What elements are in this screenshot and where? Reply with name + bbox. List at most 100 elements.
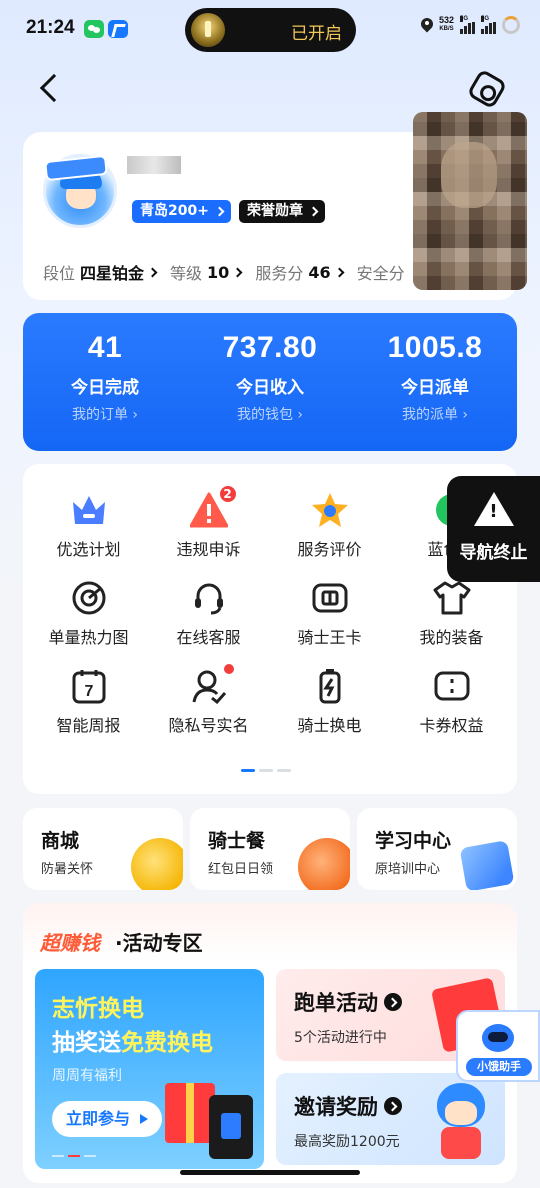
earning-link[interactable]: 我的派单 › [353, 404, 517, 424]
chevron-right-icon [214, 206, 225, 217]
notification-badge: 2 [217, 484, 238, 504]
promo-banner[interactable]: 志忻换电 抽奖送免费换电 周周有福利 立即参与 [35, 969, 264, 1169]
profile-stats: 段位 四星铂金 等级 10 服务分 46 安全分 [43, 260, 405, 284]
mini-card-subtitle: 原培训中心 [375, 862, 441, 877]
headset-icon [190, 580, 228, 616]
network-speed-value: 532 [438, 15, 454, 25]
mascot-illustration [431, 1083, 491, 1159]
calendar-icon: 7 [70, 668, 108, 704]
signal-tag-1: 5G [460, 16, 469, 22]
menu-label: 卡券权益 [419, 716, 484, 735]
signal-icon: 5G [460, 16, 475, 34]
stat-level[interactable]: 等级 10 [170, 260, 243, 284]
earning-link[interactable]: 我的钱包 › [188, 404, 352, 424]
stat-service-score[interactable]: 服务分 46 [255, 260, 345, 284]
promo-subtitle: 周周有福利 [52, 1068, 122, 1084]
wechat-icon [84, 20, 104, 38]
menu-item-battery-swap[interactable]: 骑士换电 [269, 640, 390, 735]
stat-safety-score[interactable]: 安全分 [357, 260, 405, 284]
earning-completed[interactable]: 41 今日完成 我的订单 › [23, 331, 187, 424]
earning-income[interactable]: 737.80 今日收入 我的钱包 › [188, 331, 352, 424]
arrow-right-icon [384, 993, 402, 1011]
dynamic-island[interactable]: 已开启 [185, 8, 356, 52]
navigation-terminated-label: 导航终止 [459, 543, 528, 563]
book-icon [459, 840, 515, 890]
medal-tag[interactable]: 荣誉勋章 [239, 200, 325, 223]
coin-icon [131, 838, 183, 890]
stat-value: 四星铂金 [80, 264, 145, 283]
earning-label: 今日派单 [401, 378, 469, 398]
mini-card-title: 骑士餐 [208, 830, 266, 852]
settings-icon[interactable] [466, 68, 508, 110]
battery-icon [502, 16, 520, 34]
menu-item-coupons[interactable]: 卡券权益 [391, 640, 512, 735]
tile-title-text: 跑单活动 [294, 991, 378, 1015]
crown-icon [70, 492, 108, 528]
mini-card-title: 商城 [41, 830, 80, 852]
city-tag[interactable]: 青岛200+ [132, 200, 231, 223]
tile-invite-rewards[interactable]: 邀请奖励 最高奖励1200元 [276, 1073, 505, 1165]
menu-label: 骑士换电 [297, 716, 362, 735]
stat-rank[interactable]: 段位 四星铂金 [43, 260, 158, 284]
menu-item-violation-appeal[interactable]: 2 违规申诉 [148, 464, 269, 559]
mini-card-knight-meal[interactable]: 骑士餐 红包日日领 [190, 808, 350, 890]
mini-card-learning-center[interactable]: 学习中心 原培训中心 [357, 808, 517, 890]
shirt-icon [433, 580, 471, 616]
gift-battery-illustration [161, 1065, 264, 1169]
user-verify-icon [190, 664, 234, 705]
menu-page-indicator [241, 769, 291, 772]
mini-card-title: 学习中心 [375, 830, 452, 852]
assistant-floating-button[interactable]: 小饿助手 [456, 1010, 540, 1082]
home-indicator[interactable] [180, 1170, 360, 1175]
signal-tag-2: 5G [481, 16, 490, 22]
promo-page-indicator [52, 1155, 96, 1157]
menu-grid-card: 优选计划 2 违规申诉 服务评价 蓝色风 单量热力图 在线客服 [23, 464, 517, 794]
status-indicators: 532 KB/S 5G 5G [421, 16, 520, 34]
tile-subtitle: 最高奖励1200元 [294, 1134, 400, 1150]
star-icon [311, 492, 349, 528]
earning-dispatch[interactable]: 1005.8 今日派单 我的派单 › [353, 331, 517, 424]
activity-brand: 超赚钱 [40, 931, 100, 955]
chevron-right-icon [147, 267, 158, 277]
join-now-button[interactable]: 立即参与 [52, 1101, 162, 1137]
promo-headline-1: 志忻换电 [52, 996, 144, 1022]
robot-icon [478, 1018, 518, 1056]
menu-item-online-support[interactable]: 在线客服 [148, 552, 269, 647]
warning-triangle-icon [473, 492, 514, 526]
coupon-icon [433, 668, 471, 704]
island-status-text: 已开启 [291, 24, 342, 44]
battery-swap-icon [311, 668, 349, 704]
menu-item-privacy-verification[interactable]: 隐私号实名 [148, 640, 269, 735]
tile-subtitle: 5个活动进行中 [294, 1030, 387, 1046]
tile-title: 邀请奖励 [294, 1091, 402, 1121]
signal-icon-2: 5G [481, 16, 496, 34]
chevron-right-icon [232, 267, 243, 277]
assistant-label: 小饿助手 [466, 1058, 532, 1076]
medal-tag-label: 荣誉勋章 [247, 203, 303, 219]
menu-item-preferred-plan[interactable]: 优选计划 [28, 464, 149, 559]
mini-card-subtitle: 红包日日领 [208, 862, 274, 877]
camera-preview-overlay[interactable] [413, 112, 527, 290]
stat-label: 段位 [43, 264, 76, 283]
tile-title: 跑单活动 [294, 987, 402, 1017]
mini-card-mall[interactable]: 商城 防暑关怀 [23, 808, 183, 890]
username-blurred [127, 156, 181, 174]
menu-item-heatmap[interactable]: 单量热力图 [28, 552, 149, 647]
promo-headline-2: 抽奖送免费换电 [52, 1023, 213, 1057]
stat-value: 10 [207, 262, 230, 282]
menu-item-knight-card[interactable]: 骑士王卡 [269, 552, 390, 647]
network-speed: 532 KB/S [439, 16, 454, 34]
arrow-right-icon [384, 1097, 402, 1115]
earning-label: 今日完成 [71, 378, 139, 398]
card-icon [311, 580, 349, 616]
flashlight-icon [191, 13, 225, 47]
menu-item-service-rating[interactable]: 服务评价 [269, 464, 390, 559]
calendar-day: 7 [84, 683, 93, 700]
earning-link[interactable]: 我的订单 › [23, 404, 187, 424]
tile-title-text: 邀请奖励 [294, 1095, 378, 1119]
navigation-terminated-button[interactable]: 导航终止 [447, 476, 540, 582]
menu-item-weekly-report[interactable]: 7 智能周报 [28, 640, 149, 735]
earning-value: 737.80 [222, 331, 318, 364]
network-speed-unit: KB/S [439, 26, 454, 32]
back-icon[interactable] [39, 73, 69, 103]
